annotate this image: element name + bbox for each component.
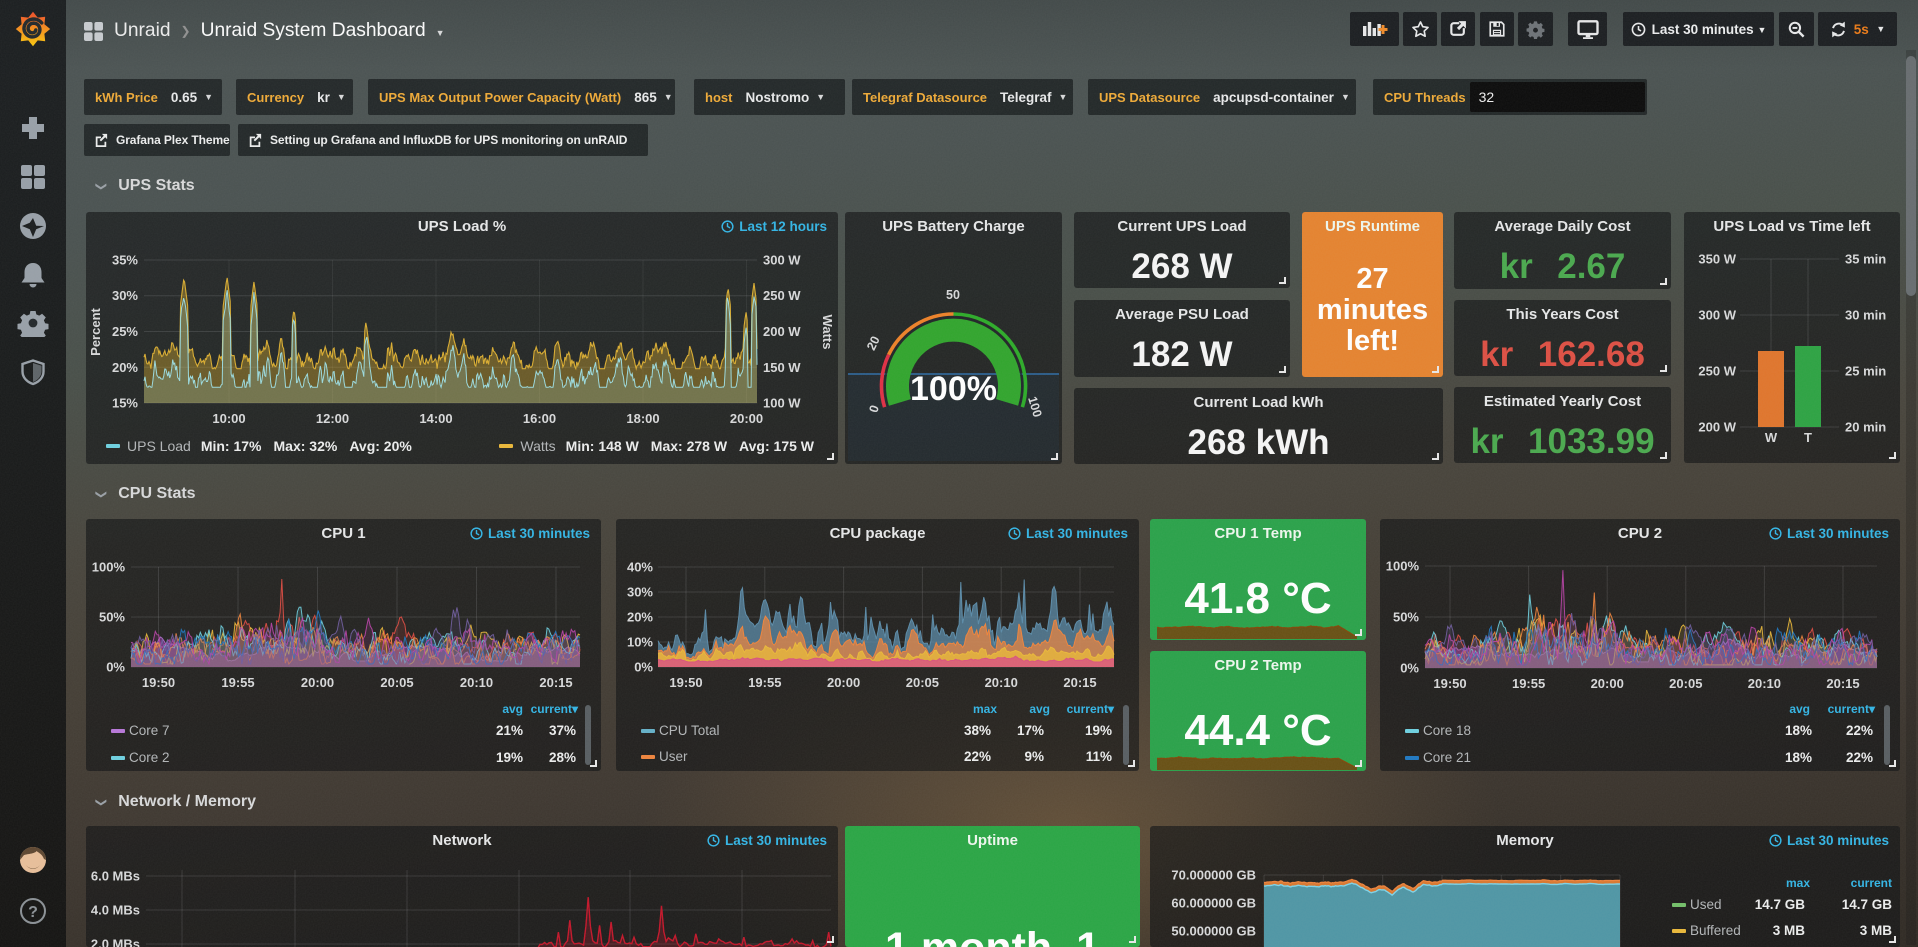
svg-text:100 W: 100 W [763,396,801,411]
svg-text:200 W: 200 W [763,324,801,339]
svg-text:0%: 0% [106,660,125,675]
svg-text:300 W: 300 W [763,253,801,268]
svg-text:6.0 MBs: 6.0 MBs [91,869,140,884]
svg-text:50.000000 GB: 50.000000 GB [1171,924,1256,939]
svg-text:12:00: 12:00 [316,411,349,426]
svg-text:20:00: 20:00 [827,675,860,690]
svg-text:60.000000 GB: 60.000000 GB [1171,896,1256,911]
svg-text:18:00: 18:00 [626,411,659,426]
svg-text:19:55: 19:55 [221,675,254,690]
svg-text:19:50: 19:50 [142,675,175,690]
svg-text:20:10: 20:10 [460,675,493,690]
svg-text:20 min: 20 min [1845,420,1886,435]
svg-text:20:05: 20:05 [906,675,939,690]
svg-text:20:00: 20:00 [301,675,334,690]
svg-text:20:00: 20:00 [1591,676,1624,691]
svg-text:19:50: 19:50 [669,675,702,690]
svg-text:10:00: 10:00 [212,411,245,426]
svg-text:0%: 0% [634,660,653,675]
svg-text:30%: 30% [112,288,138,303]
svg-text:W: W [1765,430,1778,445]
svg-text:50: 50 [946,288,960,302]
svg-text:100%: 100% [92,560,126,575]
svg-text:70.000000 GB: 70.000000 GB [1171,868,1256,883]
svg-text:30 min: 30 min [1845,308,1886,323]
svg-text:20:15: 20:15 [1063,675,1096,690]
svg-text:20:10: 20:10 [985,675,1018,690]
svg-text:25 min: 25 min [1845,364,1886,379]
svg-text:100%: 100% [910,370,997,408]
svg-text:250 W: 250 W [1698,364,1736,379]
svg-text:300 W: 300 W [1698,308,1736,323]
svg-text:35%: 35% [112,253,138,268]
svg-text:19:55: 19:55 [748,675,781,690]
svg-text:20:15: 20:15 [1826,676,1859,691]
svg-text:250 W: 250 W [763,288,801,303]
svg-text:20:15: 20:15 [539,675,572,690]
svg-text:4.0 MBs: 4.0 MBs [91,903,140,918]
svg-text:20:05: 20:05 [380,675,413,690]
svg-text:20%: 20% [112,360,138,375]
svg-text:2.0 MBs: 2.0 MBs [91,937,140,947]
svg-text:15%: 15% [112,396,138,411]
svg-text:Watts: Watts [820,315,835,350]
svg-text:?: ? [28,904,38,921]
svg-text:T: T [1804,430,1812,445]
svg-text:19:50: 19:50 [1433,676,1466,691]
svg-text:20:05: 20:05 [1669,676,1702,691]
svg-text:20: 20 [864,334,883,353]
svg-text:14:00: 14:00 [419,411,452,426]
svg-text:10%: 10% [627,635,653,650]
svg-text:150 W: 150 W [763,360,801,375]
svg-text:40%: 40% [627,560,653,575]
svg-text:200 W: 200 W [1698,420,1736,435]
svg-text:0%: 0% [1400,661,1419,676]
svg-text:16:00: 16:00 [523,411,556,426]
svg-text:100%: 100% [1386,559,1420,574]
svg-text:20:00: 20:00 [730,411,763,426]
svg-text:Percent: Percent [88,307,103,355]
svg-text:30%: 30% [627,585,653,600]
svg-text:25%: 25% [112,324,138,339]
svg-text:19:55: 19:55 [1512,676,1545,691]
svg-text:350 W: 350 W [1698,252,1736,267]
svg-text:20%: 20% [627,610,653,625]
svg-text:50%: 50% [1393,610,1419,625]
svg-text:50%: 50% [99,610,125,625]
svg-text:20:10: 20:10 [1748,676,1781,691]
svg-text:35 min: 35 min [1845,252,1886,267]
